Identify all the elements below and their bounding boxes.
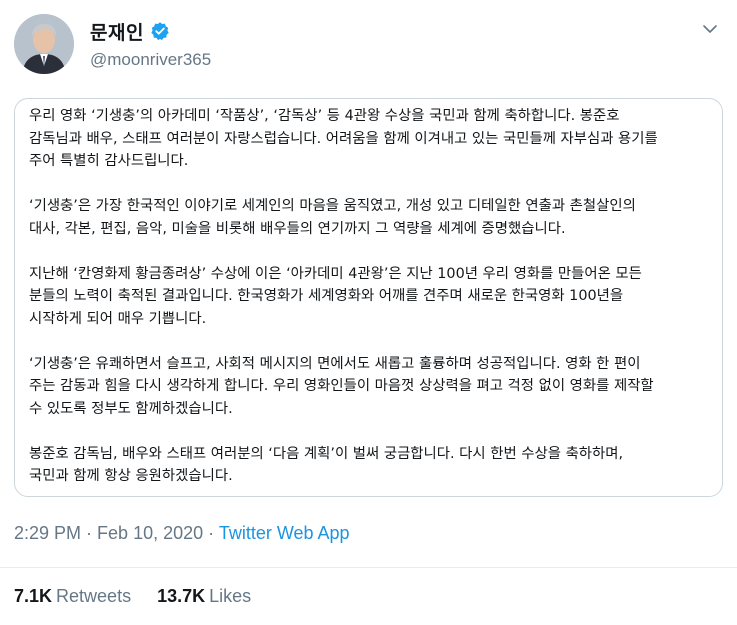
tweet-header: 문재인 @moonriver365 bbox=[14, 14, 723, 76]
tweet-paragraph: ‘기생충’은 가장 한국적인 이야기로 세계인의 마음을 움직였고, 개성 있고… bbox=[29, 198, 636, 237]
likes-stat[interactable]: 13.7K Likes bbox=[157, 586, 251, 607]
tweet-time[interactable]: 2:29 PM bbox=[14, 523, 81, 543]
display-name[interactable]: 문재인 bbox=[90, 18, 144, 45]
tweet-stats: 7.1K Retweets 13.7K Likes bbox=[14, 586, 251, 607]
display-name-row: 문재인 bbox=[90, 18, 211, 44]
retweets-stat[interactable]: 7.1K Retweets bbox=[14, 586, 131, 607]
tweet-date[interactable]: Feb 10, 2020 bbox=[97, 523, 203, 543]
avatar[interactable] bbox=[14, 14, 74, 74]
retweets-label: Retweets bbox=[56, 586, 132, 606]
tweet-paragraph: 우리 영화 ‘기생충’의 아카데미 ‘작품상’, ‘감독상’ 등 4관왕 수상을… bbox=[29, 108, 658, 169]
divider bbox=[0, 567, 737, 568]
tweet-meta: 2:29 PM · Feb 10, 2020 · Twitter Web App bbox=[14, 523, 350, 544]
chevron-down-icon[interactable] bbox=[701, 20, 719, 38]
meta-separator: · bbox=[203, 523, 219, 543]
verified-badge-icon bbox=[150, 21, 170, 41]
tweet-paragraph: ‘기생충’은 유쾌하면서 슬프고, 사회적 메시지의 면에서도 새롭고 훌륭하며… bbox=[29, 355, 654, 417]
tweet-container: 문재인 @moonriver365 우리 영화 ‘기생충’의 아카데미 ‘작품상… bbox=[0, 0, 737, 625]
meta-separator: · bbox=[81, 523, 98, 543]
user-names: 문재인 @moonriver365 bbox=[90, 18, 211, 70]
tweet-paragraph: 봉준호 감독님, 배우와 스태프 여러분의 ‘다음 계획’이 벌써 궁금합니다.… bbox=[29, 445, 624, 485]
user-handle[interactable]: @moonriver365 bbox=[90, 50, 211, 70]
likes-count: 13.7K bbox=[157, 586, 206, 606]
retweets-count: 7.1K bbox=[14, 586, 53, 606]
likes-label: Likes bbox=[209, 586, 252, 606]
user-avatar-portrait-icon bbox=[14, 14, 74, 74]
tweet-paragraph: 지난해 ‘칸영화제 황금종려상’ 수상에 이은 ‘아카데미 4관왕’은 지난 1… bbox=[29, 265, 642, 327]
tweet-source-link[interactable]: Twitter Web App bbox=[219, 523, 350, 543]
tweet-text-card: 우리 영화 ‘기생충’의 아카데미 ‘작품상’, ‘감독상’ 등 4관왕 수상을… bbox=[14, 98, 723, 497]
